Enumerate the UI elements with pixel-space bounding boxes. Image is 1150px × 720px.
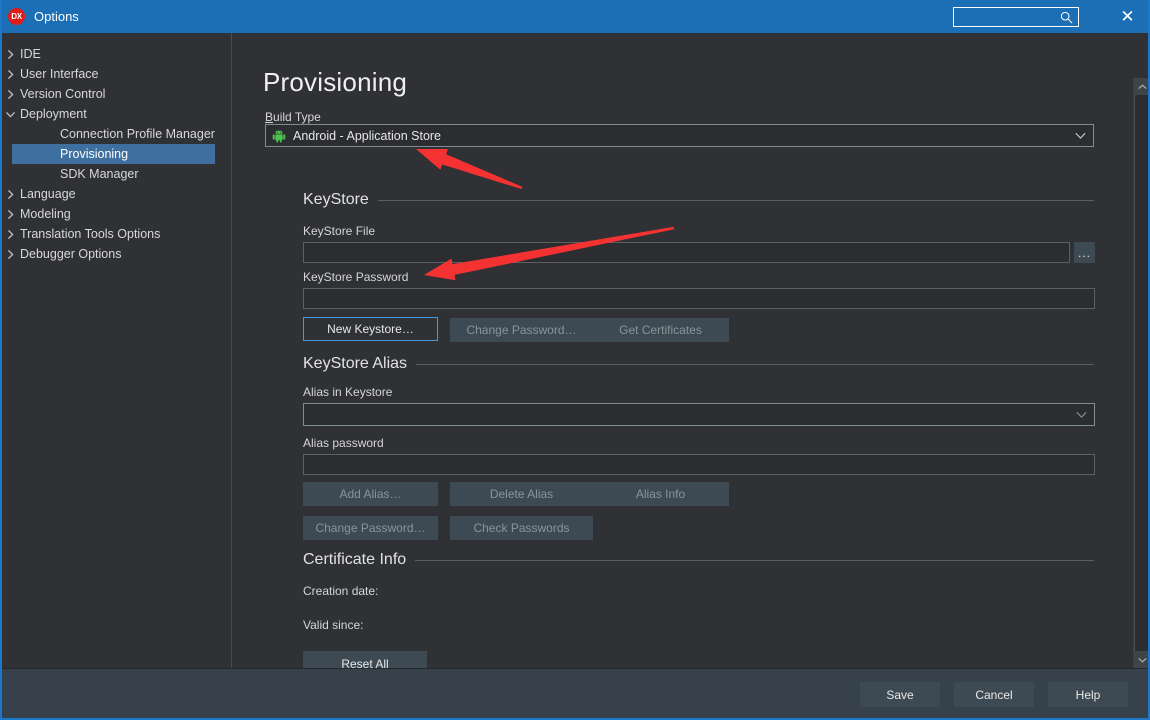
page-title: Provisioning — [263, 67, 408, 97]
keystore-group-title: KeyStore — [303, 191, 369, 208]
sidebar-item-user-interface[interactable]: User Interface — [2, 64, 231, 84]
cancel-button[interactable]: Cancel — [954, 682, 1034, 707]
valid-since-label: Valid since: — [303, 618, 364, 632]
options-window: DX Options ✕ IDE User Interface Version Co… — [0, 0, 1150, 720]
keystore-file-browse-button[interactable]: ... — [1074, 242, 1095, 263]
alias-in-keystore-combo[interactable] — [303, 403, 1095, 426]
close-icon[interactable]: ✕ — [1105, 0, 1148, 33]
chevron-down-icon — [1076, 411, 1087, 418]
keystore-password-input[interactable] — [303, 288, 1095, 309]
window-title: Options — [34, 9, 79, 24]
scroll-down-icon[interactable] — [1134, 651, 1148, 668]
chevron-right-icon[interactable] — [2, 49, 20, 60]
alias-password-label: Alias password — [303, 436, 384, 450]
sidebar-item-ide[interactable]: IDE — [2, 44, 231, 64]
sidebar-item-label: User Interface — [20, 67, 99, 81]
build-type-label-accel: B — [265, 110, 274, 124]
certificate-group-header: Certificate Info — [303, 551, 1094, 569]
chevron-right-icon[interactable] — [2, 89, 20, 100]
chevron-down-icon[interactable] — [2, 109, 20, 120]
search-input[interactable] — [954, 7, 1078, 26]
keystore-file-label: KeyStore File — [303, 224, 376, 238]
alias-group-separator — [416, 363, 1094, 365]
sidebar-item-label: IDE — [20, 47, 41, 61]
get-certificates-button: Get Certificates — [592, 318, 729, 342]
delete-alias-button: Delete Alias — [450, 482, 593, 506]
sidebar-item-sdk-manager[interactable]: SDK Manager — [2, 164, 231, 184]
build-type-value: Android - Application Store — [293, 128, 442, 143]
dialog-body: IDE User Interface Version Control Deployme… — [2, 33, 1148, 668]
sidebar-item-translation-tools-options[interactable]: Translation Tools Options — [2, 224, 231, 244]
main-scrollbar[interactable] — [1133, 78, 1148, 668]
build-type-label: Build Type — [265, 110, 321, 124]
reset-all-button[interactable]: Reset All — [303, 651, 427, 668]
check-passwords-button: Check Passwords — [450, 516, 593, 540]
save-button[interactable]: Save — [860, 682, 940, 707]
sidebar-item-label: Modeling — [20, 207, 71, 221]
chevron-right-icon[interactable] — [2, 209, 20, 220]
sidebar-item-connection-profile-manager[interactable]: Connection Profile Manager — [2, 124, 231, 144]
chevron-down-icon — [1075, 132, 1086, 139]
sidebar-item-modeling[interactable]: Modeling — [2, 204, 231, 224]
title-bar: DX Options ✕ — [2, 0, 1148, 33]
chevron-right-icon[interactable] — [2, 229, 20, 240]
scroll-up-icon[interactable] — [1134, 78, 1148, 95]
creation-date-label: Creation date: — [303, 584, 379, 598]
change-alias-password-button: Change Password… — [303, 516, 438, 540]
help-button[interactable]: Help — [1048, 682, 1128, 707]
sidebar-item-label: Connection Profile Manager — [60, 127, 215, 141]
certificate-group-title: Certificate Info — [303, 551, 407, 568]
change-keystore-password-button: Change Password… — [450, 318, 593, 342]
sidebar-item-deployment[interactable]: Deployment — [2, 104, 231, 124]
keystore-group-header: KeyStore — [303, 191, 1094, 209]
alias-in-keystore-label: Alias in Keystore — [303, 385, 393, 399]
alias-password-input[interactable] — [303, 454, 1095, 475]
sidebar-item-label: SDK Manager — [60, 167, 139, 181]
sidebar-item-label: Deployment — [20, 107, 87, 121]
sidebar-item-debugger-options[interactable]: Debugger Options — [2, 244, 231, 264]
dialog-footer: Save Cancel Help — [2, 668, 1148, 718]
keystore-file-input[interactable] — [303, 242, 1070, 263]
search-box[interactable] — [953, 6, 1079, 27]
alias-group-title: KeyStore Alias — [303, 355, 408, 372]
android-icon — [272, 129, 286, 143]
sidebar-item-language[interactable]: Language — [2, 184, 231, 204]
chevron-right-icon[interactable] — [2, 249, 20, 260]
sidebar-item-provisioning[interactable]: Provisioning — [12, 144, 215, 164]
main-panel: Provisioning Build Type Android - Applic… — [233, 33, 1148, 668]
scrollbar-track[interactable] — [1134, 95, 1148, 651]
chevron-right-icon[interactable] — [2, 69, 20, 80]
sidebar-tree: IDE User Interface Version Control Deployme… — [2, 33, 232, 668]
build-type-label-rest: uild Type — [273, 110, 321, 124]
sidebar-item-label: Translation Tools Options — [20, 227, 161, 241]
alias-group-header: KeyStore Alias — [303, 355, 1094, 373]
build-type-combo[interactable]: Android - Application Store — [265, 124, 1094, 147]
add-alias-button: Add Alias… — [303, 482, 438, 506]
sidebar-item-label: Debugger Options — [20, 247, 122, 261]
sidebar-item-label: Provisioning — [60, 147, 129, 161]
alias-info-button: Alias Info — [592, 482, 729, 506]
footer-buttons: Save Cancel Help — [860, 682, 1128, 707]
keystore-password-label: KeyStore Password — [303, 270, 409, 284]
new-keystore-button[interactable]: New Keystore… — [302, 316, 439, 342]
sidebar-item-version-control[interactable]: Version Control — [2, 84, 231, 104]
app-logo-icon: DX — [8, 8, 25, 25]
sidebar-item-label: Language — [20, 187, 76, 201]
sidebar-item-label: Version Control — [20, 87, 106, 101]
keystore-group-separator — [377, 199, 1094, 201]
chevron-right-icon[interactable] — [2, 189, 20, 200]
certificate-group-separator — [415, 559, 1094, 561]
